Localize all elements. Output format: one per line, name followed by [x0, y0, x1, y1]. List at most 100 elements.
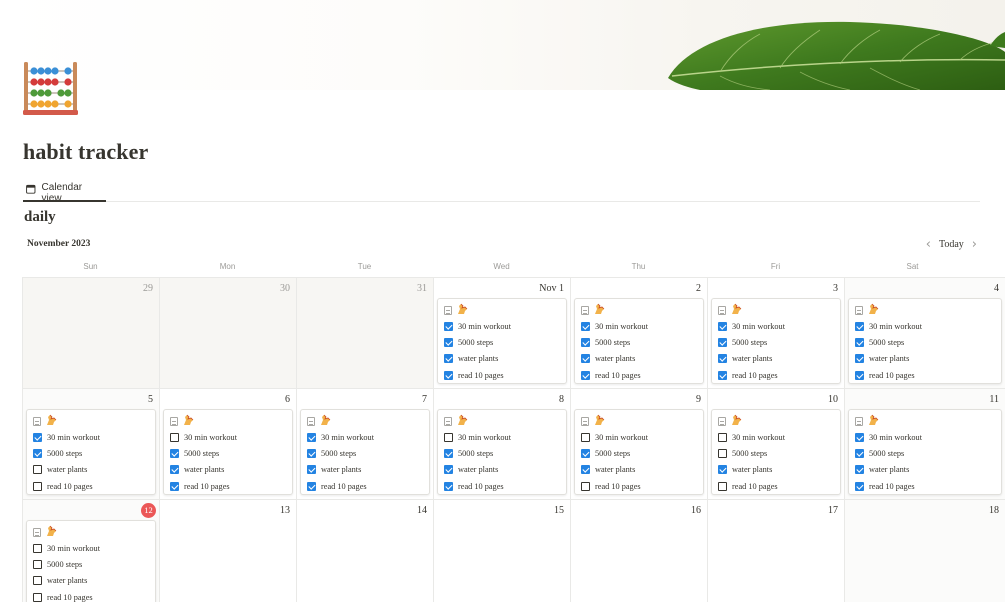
habit-checkbox-row[interactable]: 30 min workout: [855, 318, 997, 334]
habit-checkbox-row[interactable]: 5000 steps: [855, 334, 997, 350]
habit-entry-card[interactable]: 30 min workout 5000 steps water plants read…: [26, 520, 156, 602]
checkbox-unchecked[interactable]: [33, 576, 42, 586]
calendar-day-cell[interactable]: 10 30 min workout 5000 steps water plants re…: [708, 389, 845, 500]
habit-checkbox-row[interactable]: 5000 steps: [444, 445, 562, 461]
habit-checkbox-row[interactable]: 5000 steps: [581, 445, 699, 461]
calendar-day-cell[interactable]: 9 30 min workout 5000 steps water plants rea…: [571, 389, 708, 500]
habit-checkbox-row[interactable]: water plants: [855, 351, 997, 367]
checkbox-checked[interactable]: [170, 448, 179, 458]
habit-entry-card[interactable]: 30 min workout 5000 steps water plants read…: [437, 409, 567, 495]
habit-checkbox-row[interactable]: read 10 pages: [307, 478, 425, 494]
habit-checkbox-row[interactable]: 30 min workout: [444, 318, 562, 334]
habit-checkbox-row[interactable]: water plants: [718, 462, 836, 478]
habit-checkbox-row[interactable]: water plants: [170, 462, 288, 478]
checkbox-checked[interactable]: [855, 465, 864, 475]
habit-entry-card[interactable]: 30 min workout 5000 steps water plants read…: [163, 409, 293, 495]
checkbox-checked[interactable]: [855, 354, 864, 364]
habit-checkbox-row[interactable]: read 10 pages: [855, 367, 997, 383]
checkbox-unchecked[interactable]: [33, 465, 42, 475]
checkbox-checked[interactable]: [307, 432, 316, 442]
checkbox-unchecked[interactable]: [33, 559, 42, 569]
today-button[interactable]: Today: [939, 239, 964, 250]
habit-checkbox-row[interactable]: 30 min workout: [307, 429, 425, 445]
checkbox-unchecked[interactable]: [718, 481, 727, 491]
habit-entry-card[interactable]: 30 min workout 5000 steps water plants read…: [848, 298, 1002, 384]
checkbox-unchecked[interactable]: [718, 448, 727, 458]
habit-checkbox-row[interactable]: water plants: [307, 462, 425, 478]
calendar-day-cell[interactable]: 29: [23, 278, 160, 389]
calendar-day-cell[interactable]: 8 30 min workout 5000 steps water plants rea…: [434, 389, 571, 500]
checkbox-checked[interactable]: [855, 481, 864, 491]
habit-checkbox-row[interactable]: 30 min workout: [718, 429, 836, 445]
calendar-day-cell[interactable]: 3 30 min workout 5000 steps water plants rea…: [708, 278, 845, 389]
checkbox-checked[interactable]: [718, 354, 727, 364]
checkbox-checked[interactable]: [718, 337, 727, 347]
calendar-day-cell[interactable]: 14: [297, 500, 434, 602]
checkbox-unchecked[interactable]: [33, 481, 42, 491]
habit-checkbox-row[interactable]: read 10 pages: [581, 478, 699, 494]
checkbox-checked[interactable]: [581, 321, 590, 331]
page-title[interactable]: habit tracker: [23, 139, 148, 165]
calendar-day-cell[interactable]: 13: [160, 500, 297, 602]
calendar-day-cell[interactable]: 7 30 min workout 5000 steps water plants rea…: [297, 389, 434, 500]
habit-checkbox-row[interactable]: water plants: [581, 351, 699, 367]
calendar-day-cell[interactable]: 15: [434, 500, 571, 602]
checkbox-checked[interactable]: [444, 337, 453, 347]
checkbox-checked[interactable]: [444, 354, 453, 364]
checkbox-checked[interactable]: [444, 481, 453, 491]
calendar-day-cell[interactable]: 4 30 min workout 5000 steps water plants rea…: [845, 278, 1005, 389]
calendar-day-cell[interactable]: 16: [571, 500, 708, 602]
habit-checkbox-row[interactable]: 5000 steps: [444, 334, 562, 350]
checkbox-checked[interactable]: [444, 370, 453, 380]
habit-checkbox-row[interactable]: 30 min workout: [855, 429, 997, 445]
checkbox-checked[interactable]: [855, 321, 864, 331]
habit-checkbox-row[interactable]: water plants: [444, 351, 562, 367]
checkbox-checked[interactable]: [581, 354, 590, 364]
checkbox-unchecked[interactable]: [170, 432, 179, 442]
checkbox-checked[interactable]: [718, 465, 727, 475]
habit-checkbox-row[interactable]: read 10 pages: [33, 478, 151, 494]
checkbox-checked[interactable]: [307, 448, 316, 458]
habit-checkbox-row[interactable]: water plants: [581, 462, 699, 478]
checkbox-unchecked[interactable]: [33, 592, 42, 602]
habit-checkbox-row[interactable]: read 10 pages: [33, 589, 151, 602]
checkbox-checked[interactable]: [718, 321, 727, 331]
calendar-day-cell[interactable]: 30: [160, 278, 297, 389]
checkbox-unchecked[interactable]: [718, 432, 727, 442]
checkbox-checked[interactable]: [307, 465, 316, 475]
calendar-day-cell[interactable]: 6 30 min workout 5000 steps water plants rea…: [160, 389, 297, 500]
checkbox-checked[interactable]: [444, 465, 453, 475]
tab-calendar-view[interactable]: Calendar view: [23, 178, 106, 204]
habit-checkbox-row[interactable]: 30 min workout: [718, 318, 836, 334]
habit-entry-card[interactable]: 30 min workout 5000 steps water plants read…: [26, 409, 156, 495]
habit-checkbox-row[interactable]: 5000 steps: [718, 334, 836, 350]
habit-checkbox-row[interactable]: 5000 steps: [855, 445, 997, 461]
habit-checkbox-row[interactable]: 30 min workout: [444, 429, 562, 445]
checkbox-checked[interactable]: [855, 337, 864, 347]
checkbox-checked[interactable]: [855, 432, 864, 442]
habit-entry-card[interactable]: 30 min workout 5000 steps water plants read…: [848, 409, 1002, 495]
habit-checkbox-row[interactable]: read 10 pages: [444, 478, 562, 494]
checkbox-checked[interactable]: [581, 448, 590, 458]
calendar-day-cell[interactable]: 12 30 min workout 5000 steps water plants re…: [23, 500, 160, 602]
checkbox-checked[interactable]: [444, 448, 453, 458]
calendar-day-cell[interactable]: Nov 1 30 min workout 5000 steps water plant…: [434, 278, 571, 389]
checkbox-checked[interactable]: [170, 481, 179, 491]
calendar-day-cell[interactable]: 5 30 min workout 5000 steps water plants rea…: [23, 389, 160, 500]
habit-checkbox-row[interactable]: 5000 steps: [581, 334, 699, 350]
page-cover[interactable]: [0, 0, 1005, 90]
habit-entry-card[interactable]: 30 min workout 5000 steps water plants read…: [711, 409, 841, 495]
checkbox-checked[interactable]: [855, 370, 864, 380]
checkbox-checked[interactable]: [581, 337, 590, 347]
calendar-day-cell[interactable]: 11 30 min workout 5000 steps water plants re…: [845, 389, 1005, 500]
checkbox-checked[interactable]: [581, 465, 590, 475]
habit-checkbox-row[interactable]: 30 min workout: [33, 429, 151, 445]
habit-checkbox-row[interactable]: 30 min workout: [33, 540, 151, 556]
habit-checkbox-row[interactable]: water plants: [444, 462, 562, 478]
calendar-day-cell[interactable]: 2 30 min workout 5000 steps water plants rea…: [571, 278, 708, 389]
calendar-day-cell[interactable]: 17: [708, 500, 845, 602]
section-title[interactable]: daily: [24, 209, 56, 226]
habit-checkbox-row[interactable]: water plants: [855, 462, 997, 478]
abacus-icon[interactable]: [23, 60, 78, 116]
habit-checkbox-row[interactable]: 30 min workout: [170, 429, 288, 445]
